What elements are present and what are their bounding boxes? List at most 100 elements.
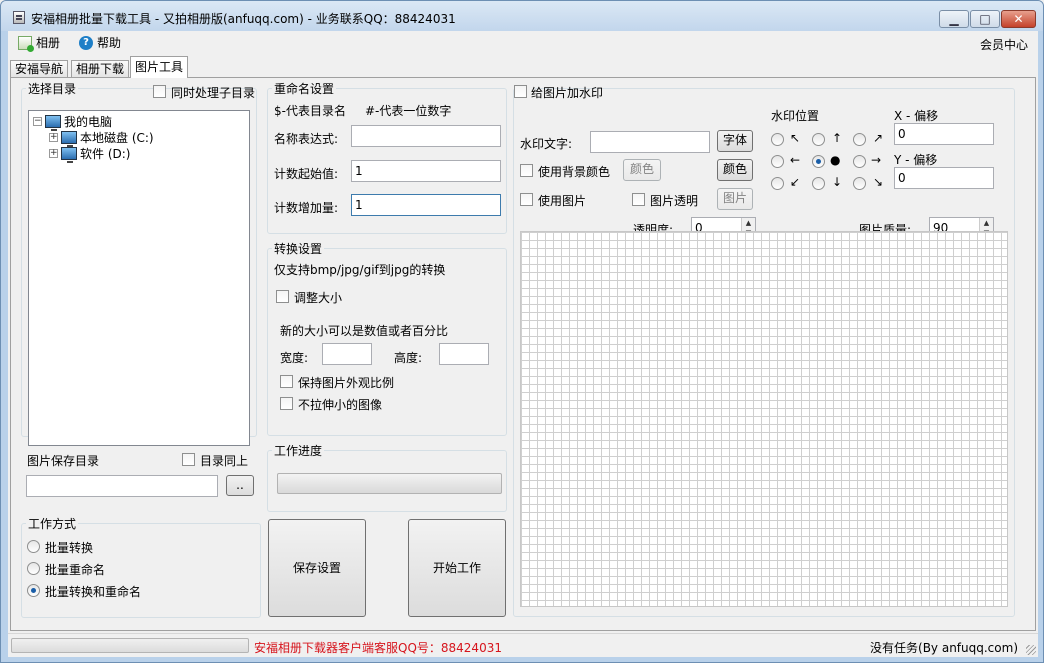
tree-item-c-drive[interactable]: + 本地磁盘 (C:) xyxy=(49,129,154,147)
menu-help-label: 帮助 xyxy=(97,36,122,50)
menu-album[interactable]: 相册 xyxy=(18,34,60,52)
image-transparent-checkbox[interactable] xyxy=(632,193,645,206)
mode-label-convert: 批量转换 xyxy=(45,541,94,555)
start-value-input[interactable]: 1 xyxy=(351,160,501,182)
width-input[interactable] xyxy=(322,343,372,365)
sub-dirs-label: 同时处理子目录 xyxy=(171,86,256,100)
menu-help[interactable]: ? 帮助 xyxy=(79,34,121,51)
client-area: 相册 ? 帮助 会员中心 安福导航 相册下载 图片工具 选择目录 同时处理子目录… xyxy=(8,31,1038,657)
select-dir-legend: 选择目录 xyxy=(28,82,77,96)
close-button[interactable]: ✕ xyxy=(1001,10,1036,28)
work-mode-group: 工作方式 批量转换 批量重命名 批量转换和重命名 xyxy=(21,515,261,618)
step-value-input[interactable]: 1 xyxy=(351,194,501,216)
center-dot-icon: ● xyxy=(830,153,841,167)
use-image-checkbox[interactable] xyxy=(520,193,533,206)
position-label: 水印位置 xyxy=(771,109,820,123)
arrow-left-icon: ← xyxy=(790,153,801,167)
directory-tree[interactable]: − 我的电脑 + 本地磁盘 (C:) + 软件 (D:) xyxy=(28,110,250,446)
x-offset-input[interactable]: 0 xyxy=(894,123,994,145)
convert-group: 转换设置 仅支持bmp/jpg/gif到jpg的转换 调整大小 新的大小可以是数… xyxy=(267,240,507,436)
pos-radio-bottom-right[interactable] xyxy=(853,177,866,190)
expand-icon[interactable]: + xyxy=(49,133,58,142)
pos-radio-center[interactable] xyxy=(812,155,825,168)
no-stretch-checkbox[interactable] xyxy=(280,397,293,410)
minimize-button[interactable]: ▁ xyxy=(939,10,969,28)
name-expr-input[interactable] xyxy=(351,125,501,147)
title-bar[interactable]: 安福相册批量下载工具 - 又拍相册版(anfuqq.com) - 业务联系QQ：… xyxy=(1,1,1043,31)
hint-digit: #-代表一位数字 xyxy=(365,104,452,118)
no-stretch-label: 不拉伸小的图像 xyxy=(298,398,383,412)
expand-icon[interactable]: + xyxy=(49,149,58,158)
tab-image-tools[interactable]: 图片工具 xyxy=(130,56,189,78)
rename-legend: 重命名设置 xyxy=(274,82,335,96)
tree-root[interactable]: − 我的电脑 xyxy=(33,113,113,131)
watermark-enable-label: 给图片加水印 xyxy=(531,86,604,100)
drive-icon xyxy=(61,131,77,147)
status-progress-bar xyxy=(11,638,249,653)
collapse-icon[interactable]: − xyxy=(33,117,42,126)
tree-item-label: 软件 (D:) xyxy=(80,147,131,161)
resize-grip-icon[interactable] xyxy=(1026,645,1036,655)
app-icon xyxy=(13,11,25,24)
mode-label-convert-rename: 批量转换和重命名 xyxy=(45,585,142,599)
x-offset-label: X - 偏移 xyxy=(894,109,939,123)
watermark-text-label: 水印文字: xyxy=(520,137,573,151)
pos-radio-top-left[interactable] xyxy=(771,133,784,146)
select-dir-group: 选择目录 同时处理子目录 − 我的电脑 + 本地磁盘 (C:) + 软件 (D:… xyxy=(21,80,257,446)
app-window: 安福相册批量下载工具 - 又拍相册版(anfuqq.com) - 业务联系QQ：… xyxy=(0,0,1044,663)
save-dir-input[interactable] xyxy=(26,475,218,497)
mode-radio-convert[interactable] xyxy=(27,540,40,553)
watermark-text-input[interactable] xyxy=(590,131,710,153)
font-button[interactable]: 字体 xyxy=(717,130,753,152)
save-settings-button[interactable]: 保存设置 xyxy=(268,519,366,617)
browse-button[interactable]: .. xyxy=(226,475,254,496)
pos-radio-bottom[interactable] xyxy=(812,177,825,190)
watermark-checkbox[interactable] xyxy=(514,85,527,98)
tree-item-d-drive[interactable]: + 软件 (D:) xyxy=(49,145,131,163)
tab-album-download[interactable]: 相册下载 xyxy=(71,60,130,78)
mode-radio-convert-rename[interactable] xyxy=(27,584,40,597)
tree-item-label: 本地磁盘 (C:) xyxy=(80,131,154,145)
arrow-up-left-icon: ↖ xyxy=(790,131,801,145)
resize-checkbox[interactable] xyxy=(276,290,289,303)
maximize-button[interactable]: □ xyxy=(970,10,1000,28)
pos-radio-top-right[interactable] xyxy=(853,133,866,146)
member-center-link[interactable]: 会员中心 xyxy=(980,36,1028,53)
album-icon xyxy=(18,35,34,52)
arrow-right-icon: → xyxy=(871,153,882,167)
watermark-group: 给图片加水印 水印文字: 字体 使用背景颜色 颜色 颜色 使用图片 图片透明 图… xyxy=(513,80,1015,617)
tab-navigation[interactable]: 安福导航 xyxy=(10,60,69,78)
width-label: 宽度: xyxy=(280,351,309,365)
arrow-up-icon: ↑ xyxy=(832,131,843,145)
same-dir-checkbox[interactable] xyxy=(182,453,195,466)
keep-ratio-checkbox[interactable] xyxy=(280,375,293,388)
bg-color-button[interactable]: 颜色 xyxy=(623,159,661,181)
pos-radio-bottom-left[interactable] xyxy=(771,177,784,190)
task-status: 没有任务(By anfuqq.com) xyxy=(870,641,1018,655)
arrow-up-right-icon: ↗ xyxy=(873,131,884,145)
color-button[interactable]: 颜色 xyxy=(717,159,753,181)
pos-radio-top[interactable] xyxy=(812,133,825,146)
image-transparent-label: 图片透明 xyxy=(650,194,699,208)
resize-label: 调整大小 xyxy=(294,291,343,305)
tree-root-label: 我的电脑 xyxy=(64,115,113,129)
arrow-down-left-icon: ↙ xyxy=(790,175,801,189)
pos-radio-left[interactable] xyxy=(771,155,784,168)
watermark-preview-grid[interactable] xyxy=(520,231,1008,607)
support-note: 仅支持bmp/jpg/gif到jpg的转换 xyxy=(274,263,446,277)
start-work-button[interactable]: 开始工作 xyxy=(408,519,506,617)
mode-label-rename: 批量重命名 xyxy=(45,563,106,577)
y-offset-label: Y - 偏移 xyxy=(894,153,938,167)
keep-ratio-label: 保持图片外观比例 xyxy=(298,376,395,390)
work-progress-bar xyxy=(277,473,502,494)
height-input[interactable] xyxy=(439,343,489,365)
mode-radio-rename[interactable] xyxy=(27,562,40,575)
image-button[interactable]: 图片 xyxy=(717,188,753,210)
pos-radio-right[interactable] xyxy=(853,155,866,168)
bg-color-checkbox[interactable] xyxy=(520,164,533,177)
rename-group: 重命名设置 $-代表目录名 #-代表一位数字 名称表达式: 计数起始值: 1 计… xyxy=(267,80,507,234)
sub-dirs-checkbox[interactable] xyxy=(153,85,166,98)
hint-dir: $-代表目录名 xyxy=(274,104,346,118)
y-offset-input[interactable]: 0 xyxy=(894,167,994,189)
bg-color-label: 使用背景颜色 xyxy=(538,165,611,179)
